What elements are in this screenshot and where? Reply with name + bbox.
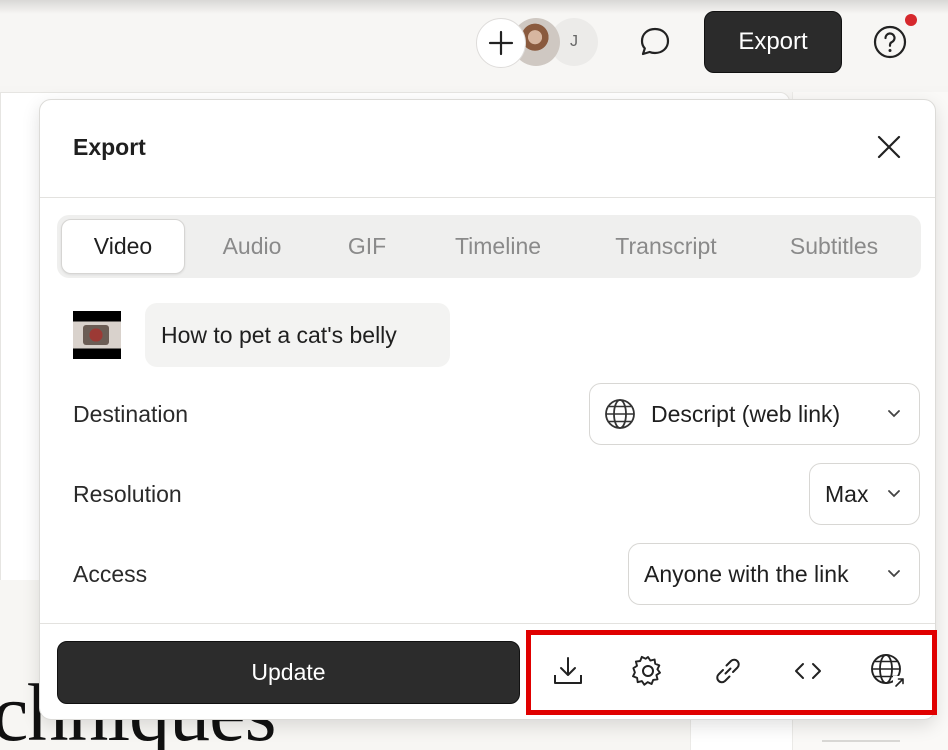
link-icon [711, 654, 745, 688]
speech-bubble-icon [638, 25, 672, 59]
export-dialog: Export Video Audio GIF Timeline Transcri… [39, 99, 936, 720]
chevron-down-icon [887, 566, 901, 580]
close-button[interactable] [872, 130, 906, 164]
header-divider [40, 197, 935, 198]
question-circle-icon [872, 24, 908, 60]
export-format-tabs: Video Audio GIF Timeline Transcript Subt… [57, 215, 921, 278]
comments-button[interactable] [637, 24, 673, 60]
tab-transcript[interactable]: Transcript [581, 219, 751, 274]
composition-thumbnail [73, 311, 121, 359]
access-select[interactable]: Anyone with the link [628, 543, 920, 605]
plus-icon [487, 29, 515, 57]
destination-value: Descript (web link) [651, 400, 841, 427]
export-button[interactable]: Export [704, 11, 842, 73]
right-panel-divider [822, 740, 900, 742]
composition-title: How to pet a cat's belly [161, 321, 397, 348]
dialog-title: Export [73, 134, 146, 160]
publish-web-button[interactable] [866, 649, 910, 693]
resolution-value: Max [825, 480, 869, 507]
tab-gif[interactable]: GIF [319, 219, 415, 274]
help-button[interactable] [870, 22, 910, 62]
close-icon [876, 134, 902, 160]
access-label: Access [73, 561, 148, 587]
notification-dot [905, 14, 917, 26]
update-button[interactable]: Update [57, 641, 520, 704]
resolution-label: Resolution [73, 481, 182, 507]
footer-divider [40, 623, 935, 624]
chevron-down-icon [887, 486, 901, 500]
publish-web-icon [869, 652, 907, 690]
tab-video[interactable]: Video [61, 219, 185, 274]
download-button[interactable] [546, 649, 590, 693]
embed-code-button[interactable] [786, 649, 830, 693]
export-settings-button[interactable] [626, 649, 670, 693]
composition-title-field[interactable]: How to pet a cat's belly [145, 303, 450, 367]
copy-link-button[interactable] [706, 649, 750, 693]
resolution-select[interactable]: Max [809, 463, 920, 525]
add-collaborator-button[interactable] [476, 18, 526, 68]
chevron-down-icon [887, 406, 901, 420]
embed-code-icon [791, 654, 825, 688]
settings-gear-icon [631, 654, 665, 688]
destination-select[interactable]: Descript (web link) [589, 383, 920, 445]
collaborator-initial: J [570, 33, 578, 50]
tab-timeline[interactable]: Timeline [415, 219, 581, 274]
globe-icon [604, 398, 636, 430]
destination-label: Destination [73, 401, 189, 427]
tab-audio[interactable]: Audio [185, 219, 319, 274]
access-value: Anyone with the link [644, 560, 849, 587]
download-icon [551, 654, 585, 688]
tab-subtitles[interactable]: Subtitles [751, 219, 917, 274]
